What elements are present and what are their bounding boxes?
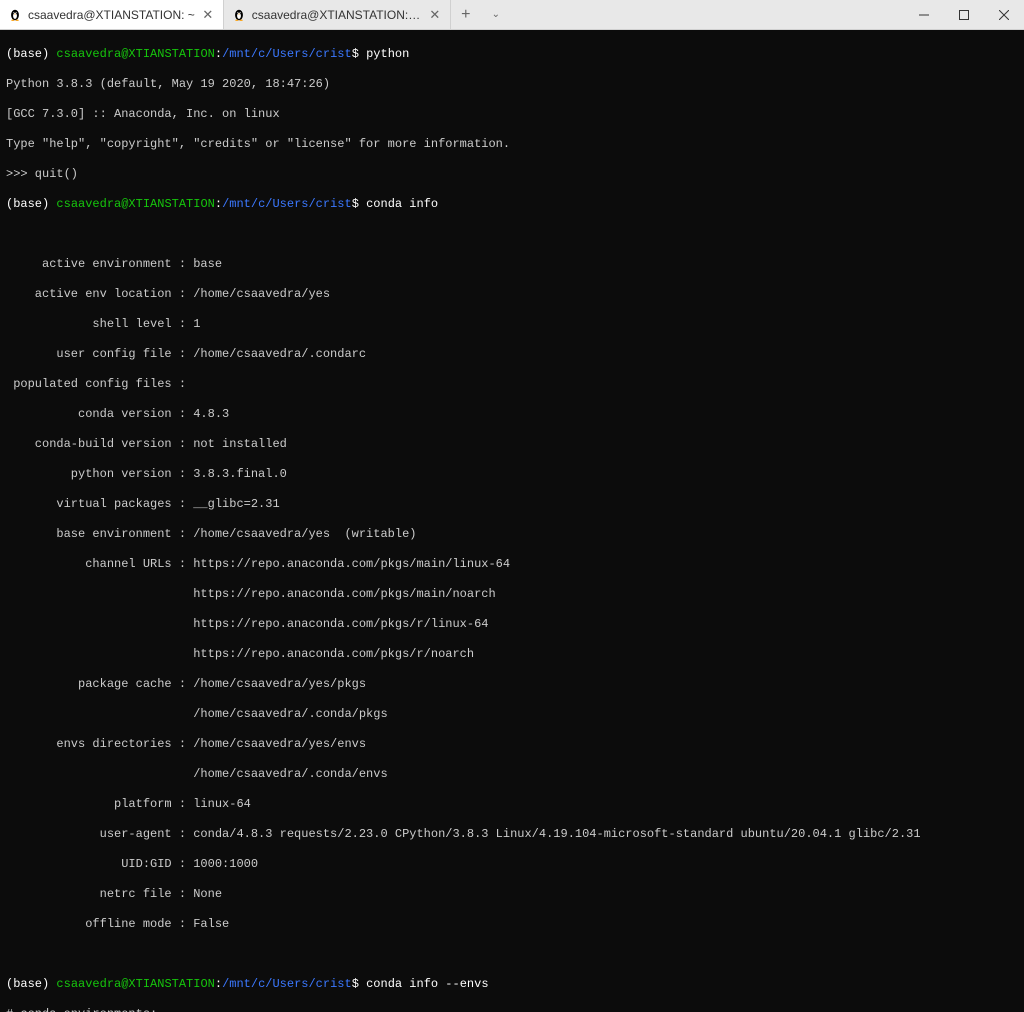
window-controls: [904, 0, 1024, 29]
cwd: /mnt/c/Users/crist: [222, 977, 352, 991]
penguin-icon: [232, 8, 246, 22]
tab-2-close-icon[interactable]: ✕: [428, 8, 442, 22]
info-line: offline mode : False: [6, 917, 1018, 932]
dollar: $: [352, 977, 366, 991]
user-host: csaavedra@XTIANSTATION: [56, 197, 214, 211]
minimize-button[interactable]: [904, 0, 944, 29]
info-line: user-agent : conda/4.8.3 requests/2.23.0…: [6, 827, 1018, 842]
cwd: /mnt/c/Users/crist: [222, 197, 352, 211]
info-line: virtual packages : __glibc=2.31: [6, 497, 1018, 512]
cmd-conda-info: conda info: [366, 197, 438, 211]
info-line: channel URLs : https://repo.anaconda.com…: [6, 557, 1018, 572]
output-line: Type "help", "copyright", "credits" or "…: [6, 137, 1018, 152]
terminal-body[interactable]: (base) csaavedra@XTIANSTATION:/mnt/c/Use…: [0, 30, 1024, 1012]
penguin-icon: [8, 8, 22, 22]
envs-line: # conda environments:: [6, 1007, 1018, 1012]
info-line: user config file : /home/csaavedra/.cond…: [6, 347, 1018, 362]
tab-1-title: csaavedra@XTIANSTATION: ~: [28, 8, 195, 22]
tab-strip: csaavedra@XTIANSTATION: ~ ✕ csaavedra@XT…: [0, 0, 904, 29]
info-line: python version : 3.8.3.final.0: [6, 467, 1018, 482]
cwd: /mnt/c/Users/crist: [222, 47, 352, 61]
blank-line: [6, 227, 1018, 242]
dollar: $: [352, 197, 366, 211]
info-line: base environment : /home/csaavedra/yes (…: [6, 527, 1018, 542]
info-line: shell level : 1: [6, 317, 1018, 332]
prompt-line-1: (base) csaavedra@XTIANSTATION:/mnt/c/Use…: [6, 47, 1018, 62]
new-tab-button[interactable]: +: [451, 0, 481, 29]
close-button[interactable]: [984, 0, 1024, 29]
prompt-line-3: (base) csaavedra@XTIANSTATION:/mnt/c/Use…: [6, 977, 1018, 992]
info-line: /home/csaavedra/.conda/pkgs: [6, 707, 1018, 722]
info-line: platform : linux-64: [6, 797, 1018, 812]
colon: :: [215, 977, 222, 991]
info-line: conda version : 4.8.3: [6, 407, 1018, 422]
cmd-python: python: [366, 47, 409, 61]
tab-1-close-icon[interactable]: ✕: [201, 8, 215, 22]
tab-2[interactable]: csaavedra@XTIANSTATION: /mnt ✕: [224, 0, 451, 29]
tab-2-title: csaavedra@XTIANSTATION: /mnt: [252, 8, 422, 22]
env-tag: (base): [6, 197, 56, 211]
info-line: netrc file : None: [6, 887, 1018, 902]
prompt-line-2: (base) csaavedra@XTIANSTATION:/mnt/c/Use…: [6, 197, 1018, 212]
user-host: csaavedra@XTIANSTATION: [56, 977, 214, 991]
info-line: https://repo.anaconda.com/pkgs/r/noarch: [6, 647, 1018, 662]
output-line: Python 3.8.3 (default, May 19 2020, 18:4…: [6, 77, 1018, 92]
dollar: $: [352, 47, 366, 61]
tab-1[interactable]: csaavedra@XTIANSTATION: ~ ✕: [0, 0, 224, 29]
cmd-conda-envs: conda info --envs: [366, 977, 488, 991]
info-line: active env location : /home/csaavedra/ye…: [6, 287, 1018, 302]
info-line: https://repo.anaconda.com/pkgs/r/linux-6…: [6, 617, 1018, 632]
maximize-button[interactable]: [944, 0, 984, 29]
info-line: conda-build version : not installed: [6, 437, 1018, 452]
env-tag: (base): [6, 977, 56, 991]
title-bar: csaavedra@XTIANSTATION: ~ ✕ csaavedra@XT…: [0, 0, 1024, 30]
info-line: https://repo.anaconda.com/pkgs/main/noar…: [6, 587, 1018, 602]
info-line: UID:GID : 1000:1000: [6, 857, 1018, 872]
env-tag: (base): [6, 47, 56, 61]
colon: :: [215, 197, 222, 211]
info-line: /home/csaavedra/.conda/envs: [6, 767, 1018, 782]
tab-dropdown-icon[interactable]: ⌄: [481, 0, 511, 29]
blank-line: [6, 947, 1018, 962]
output-line: >>> quit(): [6, 167, 1018, 182]
info-line: package cache : /home/csaavedra/yes/pkgs: [6, 677, 1018, 692]
info-line: populated config files :: [6, 377, 1018, 392]
output-line: [GCC 7.3.0] :: Anaconda, Inc. on linux: [6, 107, 1018, 122]
colon: :: [215, 47, 222, 61]
user-host: csaavedra@XTIANSTATION: [56, 47, 214, 61]
info-line: active environment : base: [6, 257, 1018, 272]
info-line: envs directories : /home/csaavedra/yes/e…: [6, 737, 1018, 752]
